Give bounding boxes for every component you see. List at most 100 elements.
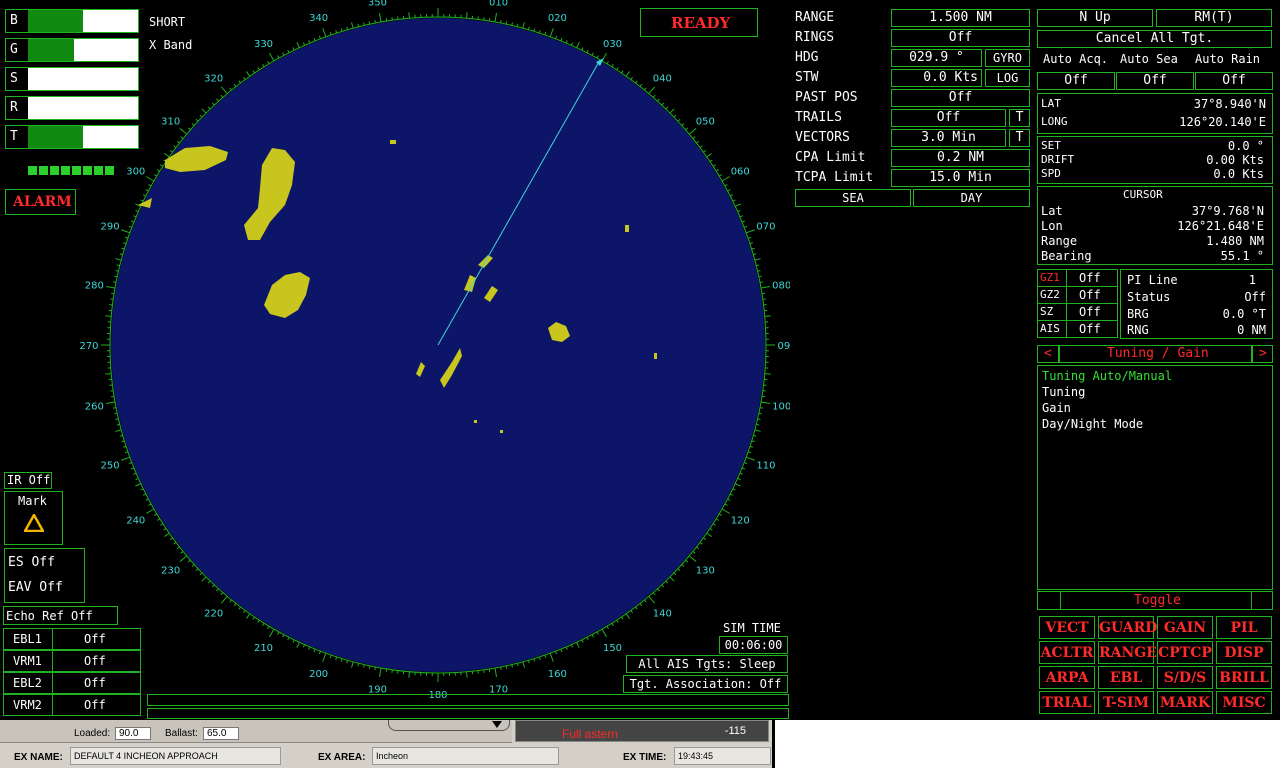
menu-next-button[interactable]: > — [1252, 345, 1273, 363]
rings-label: RINGS — [795, 30, 835, 45]
hdg-value: 029.9 ° — [891, 49, 982, 67]
bearing-tick — [115, 429, 122, 432]
ir-button[interactable]: IR Off — [4, 472, 52, 489]
past-pos-value[interactable]: Off — [891, 89, 1030, 107]
bearing-label-050: 050 — [696, 117, 715, 128]
day-button[interactable]: DAY — [913, 189, 1030, 207]
auto-sea-value[interactable]: Off — [1116, 72, 1194, 90]
stw-source[interactable]: LOG — [985, 69, 1030, 87]
ebl-vrm-name[interactable]: VRM2 — [3, 694, 53, 716]
zone-value[interactable]: Off — [1066, 286, 1118, 304]
menu-item-tuning[interactable]: Tuning — [1042, 385, 1085, 399]
vectors-mode[interactable]: T — [1009, 129, 1030, 147]
echo-ref-button[interactable]: Echo Ref Off — [3, 606, 118, 625]
loaded-value: 90.0 — [115, 727, 152, 740]
bearing-tick — [207, 580, 211, 584]
es-eav-panel[interactable]: ES Off EAV Off — [4, 548, 85, 603]
function-key-pil[interactable]: PIL — [1216, 616, 1272, 639]
zone-ais[interactable]: AIS — [1037, 320, 1067, 338]
zone-value[interactable]: Off — [1066, 303, 1118, 321]
tcpa-value[interactable]: 15.0 Min — [891, 169, 1030, 187]
bearing-tick — [648, 86, 656, 95]
function-key-ebl[interactable]: EBL — [1098, 666, 1154, 689]
bearing-tick — [308, 40, 311, 44]
range-value[interactable]: 1.500 NM — [891, 9, 1030, 27]
pi-rng-label: RNG — [1127, 323, 1149, 337]
bearing-tick — [267, 61, 270, 65]
zone-gz1[interactable]: GZ1 — [1037, 269, 1067, 287]
eav-label[interactable]: EAV Off — [8, 580, 63, 595]
cpa-value[interactable]: 0.2 NM — [891, 149, 1030, 167]
auto-rain-value[interactable]: Off — [1195, 72, 1273, 90]
menu-item-day-night-mode[interactable]: Day/Night Mode — [1042, 417, 1143, 431]
bearing-tick — [257, 67, 260, 71]
ebl-vrm-name[interactable]: EBL1 — [3, 628, 53, 650]
trails-mode[interactable]: T — [1009, 109, 1030, 127]
rings-value[interactable]: Off — [891, 29, 1030, 47]
auto-acq-value[interactable]: Off — [1037, 72, 1115, 90]
ebl-vrm-name[interactable]: VRM1 — [3, 650, 53, 672]
cancel-all-targets-button[interactable]: Cancel All Tgt. — [1037, 30, 1272, 48]
bearing-tick — [669, 108, 675, 114]
radar-ppi[interactable]: 000 010 020 030 040 050 060 070 080 090 100 110 120 1… — [0, 0, 790, 720]
ebl-vrm-value[interactable]: Off — [52, 672, 141, 694]
ebl-vrm-name[interactable]: EBL2 — [3, 672, 53, 694]
zone-gz2[interactable]: GZ2 — [1037, 286, 1067, 304]
bearing-tick — [555, 35, 558, 39]
function-key-vect[interactable]: VECT — [1039, 616, 1095, 639]
zone-sz[interactable]: SZ — [1037, 303, 1067, 321]
bearing-tick — [721, 508, 731, 514]
bearing-tick — [130, 220, 135, 223]
bearing-tick — [145, 498, 149, 501]
bearing-tick — [749, 445, 753, 448]
function-key-t-sim[interactable]: T-SIM — [1098, 691, 1154, 714]
target-association-button[interactable]: Tgt. Association: Off — [623, 675, 788, 693]
function-key-trial[interactable]: TRIAL — [1039, 691, 1095, 714]
ebl-vrm-value[interactable]: Off — [52, 628, 141, 650]
function-key-arpa[interactable]: ARPA — [1039, 666, 1095, 689]
trails-value[interactable]: Off — [891, 109, 1006, 127]
bearing-tick — [661, 584, 665, 588]
mark-button[interactable]: Mark — [4, 491, 63, 545]
menu-item-tuning-auto-manual[interactable]: Tuning Auto/Manual — [1042, 369, 1172, 383]
function-key-brill[interactable]: BRILL — [1216, 666, 1272, 689]
cursor-range-label: Range — [1041, 234, 1078, 248]
menu-prev-button[interactable]: < — [1037, 345, 1059, 363]
function-key-gain[interactable]: GAIN — [1157, 616, 1213, 639]
function-key-cptcp[interactable]: CPTCP — [1157, 641, 1213, 664]
bearing-tick — [180, 136, 184, 139]
bearing-tick — [169, 537, 173, 540]
orientation-button[interactable]: N Up — [1037, 9, 1153, 27]
bearing-tick — [706, 153, 712, 158]
bearing-tick — [576, 42, 580, 48]
bearing-tick — [657, 98, 660, 102]
function-key-misc[interactable]: MISC — [1216, 691, 1272, 714]
caret-down-icon — [492, 721, 502, 728]
hdg-source[interactable]: GYRO — [985, 49, 1030, 67]
tcpa-label: TCPA Limit — [795, 170, 874, 185]
toggle-button[interactable]: Toggle — [1060, 591, 1252, 610]
sea-button[interactable]: SEA — [795, 189, 911, 207]
vectors-value[interactable]: 3.0 Min — [891, 129, 1006, 147]
bearing-tick — [363, 664, 365, 668]
menu-item-gain[interactable]: Gain — [1042, 401, 1071, 415]
function-key-s-d-s[interactable]: S/D/S — [1157, 666, 1213, 689]
function-key-acltr[interactable]: ACLTR — [1039, 641, 1095, 664]
bearing-tick — [123, 445, 127, 448]
ais-sleep-button[interactable]: All AIS Tgts: Sleep — [626, 655, 788, 673]
motion-button[interactable]: RM(T) — [1156, 9, 1272, 27]
function-key-guard[interactable]: GUARD — [1098, 616, 1157, 639]
function-key-mark[interactable]: MARK — [1157, 691, 1213, 714]
bearing-tick — [378, 13, 382, 23]
zone-value[interactable]: Off — [1066, 269, 1118, 287]
zone-value[interactable]: Off — [1066, 320, 1118, 338]
cursor-bearing-value: 55.1 ° — [1220, 249, 1264, 263]
function-key-range[interactable]: RANGE — [1098, 641, 1157, 664]
es-label[interactable]: ES Off — [8, 555, 55, 570]
ebl-vrm-name-label: VRM2 — [13, 698, 42, 712]
bearing-tick — [368, 665, 371, 669]
bearing-tick — [639, 603, 643, 607]
ebl-vrm-value[interactable]: Off — [52, 694, 141, 716]
ebl-vrm-value[interactable]: Off — [52, 650, 141, 672]
function-key-disp[interactable]: DISP — [1216, 641, 1272, 664]
